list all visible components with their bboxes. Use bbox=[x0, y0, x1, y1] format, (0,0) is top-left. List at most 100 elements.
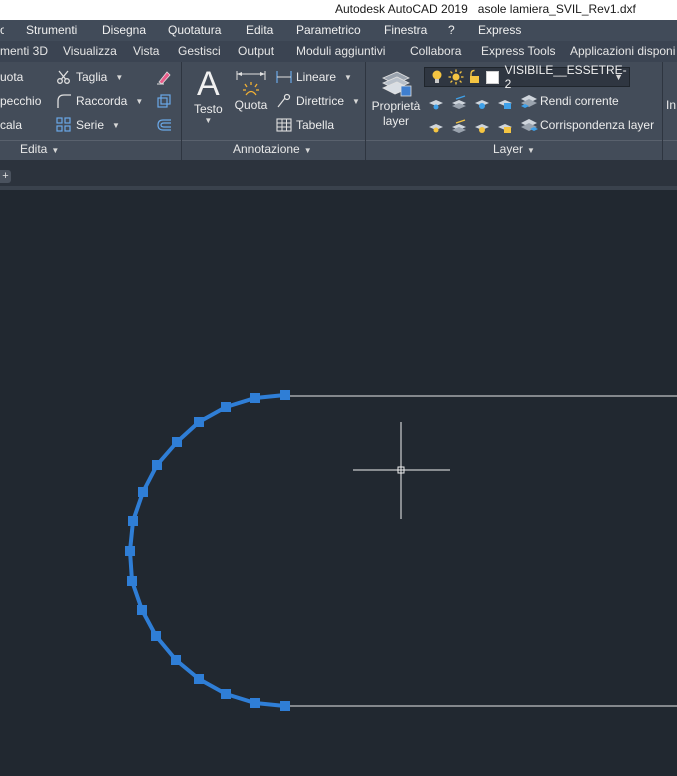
document-tab-strip bbox=[0, 160, 677, 186]
grip[interactable] bbox=[194, 417, 204, 427]
lineare-dropdown-icon[interactable]: ▼ bbox=[344, 73, 352, 82]
layer-lock-icon[interactable] bbox=[497, 94, 513, 110]
drawing-canvas[interactable] bbox=[0, 190, 677, 776]
layer-panel-label[interactable]: Layer ▼ bbox=[493, 142, 535, 156]
layer-freeze-icon[interactable] bbox=[474, 94, 490, 110]
scala-button[interactable]: cala bbox=[0, 118, 22, 132]
grip[interactable] bbox=[125, 546, 135, 556]
new-tab-plus-icon[interactable]: + bbox=[0, 170, 11, 183]
layer-off-icon[interactable] bbox=[428, 94, 444, 110]
layer-tools-row-2 bbox=[428, 118, 513, 134]
menu-item-help[interactable]: ? bbox=[448, 23, 455, 37]
direttrice-button[interactable]: Direttrice ▼ bbox=[276, 93, 360, 109]
layer-on-icon[interactable] bbox=[428, 118, 444, 134]
specchio-button[interactable]: pecchio bbox=[0, 94, 41, 108]
lineare-button[interactable]: Lineare ▼ bbox=[276, 69, 352, 85]
menu-item-strumenti[interactable]: Strumenti bbox=[26, 23, 77, 37]
menu-item-quotatura[interactable]: Quotatura bbox=[168, 23, 221, 37]
raccorda-label: Raccorda bbox=[76, 94, 128, 108]
layer-name: VISIBILE__ESSETRE-2 bbox=[504, 63, 627, 91]
tab-vista[interactable]: Vista bbox=[133, 44, 159, 58]
tab-applicazioni-disponibili[interactable]: Applicazioni disponi bbox=[570, 44, 675, 58]
direttrice-dropdown-icon[interactable]: ▼ bbox=[352, 97, 360, 106]
grip[interactable] bbox=[151, 631, 161, 641]
serie-dropdown-icon[interactable]: ▼ bbox=[112, 121, 120, 130]
grip[interactable] bbox=[171, 655, 181, 665]
leader-icon bbox=[276, 93, 292, 109]
selected-arc[interactable] bbox=[128, 393, 286, 708]
raccorda-dropdown-icon[interactable]: ▼ bbox=[135, 97, 143, 106]
panel-separator bbox=[365, 62, 366, 160]
layer-thaw-icon[interactable] bbox=[474, 118, 490, 134]
grip[interactable] bbox=[152, 460, 162, 470]
tab-gestisci[interactable]: Gestisci bbox=[178, 44, 221, 58]
tab-output[interactable]: Output bbox=[238, 44, 274, 58]
grip[interactable] bbox=[280, 701, 290, 711]
edita-panel-label[interactable]: Edita ▼ bbox=[20, 142, 59, 156]
ribbon-tabs: menti 3D Visualizza Vista Gestisci Outpu… bbox=[0, 41, 677, 63]
raccorda-button[interactable]: Raccorda ▼ bbox=[56, 93, 143, 109]
layer-dropdown-arrow-icon[interactable]: ▼ bbox=[614, 72, 623, 82]
menu-item-express[interactable]: Express bbox=[478, 23, 521, 37]
grip[interactable] bbox=[250, 698, 260, 708]
proprieta-layer-button[interactable]: Proprietà layer bbox=[370, 68, 422, 128]
grip[interactable] bbox=[194, 674, 204, 684]
copia-button[interactable] bbox=[156, 93, 172, 109]
menu-item-finestra[interactable]: Finestra bbox=[384, 23, 427, 37]
layer-label: layer bbox=[382, 114, 409, 128]
tabella-button[interactable]: Tabella bbox=[276, 117, 334, 133]
grip[interactable] bbox=[221, 689, 231, 699]
grip[interactable] bbox=[138, 487, 148, 497]
proprieta-label: Proprietà bbox=[371, 99, 421, 113]
window-title: Autodesk AutoCAD 2019 asole lamiera_SVIL… bbox=[335, 2, 636, 16]
layer-unlock-icon[interactable] bbox=[497, 118, 513, 134]
grip[interactable] bbox=[127, 576, 137, 586]
layer-isolate-icon[interactable] bbox=[451, 94, 467, 110]
grip[interactable] bbox=[221, 402, 231, 412]
grip[interactable] bbox=[128, 516, 138, 526]
taglia-button[interactable]: Taglia ▼ bbox=[56, 69, 123, 85]
testo-dropdown-icon[interactable]: ▼ bbox=[204, 116, 212, 125]
quota-button[interactable]: Quota bbox=[234, 68, 268, 112]
corrispondenza-layer-button[interactable]: Corrispondenza layer bbox=[520, 117, 654, 133]
panel-separator bbox=[181, 62, 182, 160]
direttrice-label: Direttrice bbox=[296, 94, 345, 108]
table-icon bbox=[276, 117, 292, 133]
cancella-button[interactable] bbox=[156, 69, 172, 85]
color-swatch-icon[interactable] bbox=[486, 70, 499, 84]
tab-modellazione-3d[interactable]: menti 3D bbox=[0, 44, 48, 58]
ruota-button[interactable]: uota bbox=[0, 70, 23, 84]
lock-icon[interactable] bbox=[467, 69, 483, 85]
inserisci-button[interactable]: In bbox=[666, 98, 677, 112]
fillet-icon bbox=[56, 93, 72, 109]
layer-dropdown[interactable]: VISIBILE__ESSETRE-2 ▼ bbox=[424, 63, 630, 91]
tab-visualizza[interactable]: Visualizza bbox=[63, 44, 117, 58]
menu-item-disegna[interactable]: Disegna bbox=[102, 23, 146, 37]
grip[interactable] bbox=[280, 390, 290, 400]
grip[interactable] bbox=[250, 393, 260, 403]
serie-button[interactable]: Serie ▼ bbox=[56, 117, 120, 133]
quota-label: Quota bbox=[234, 98, 268, 112]
annotazione-panel-label[interactable]: Annotazione ▼ bbox=[233, 142, 312, 156]
rendi-corrente-button[interactable]: Rendi corrente bbox=[520, 93, 619, 109]
taglia-dropdown-icon[interactable]: ▼ bbox=[115, 73, 123, 82]
menu-item-cut[interactable]: o bbox=[0, 23, 4, 37]
copy-icon bbox=[156, 93, 172, 109]
menu-item-edita[interactable]: Edita bbox=[246, 23, 273, 37]
menu-item-parametrico[interactable]: Parametrico bbox=[296, 23, 361, 37]
drawing-viewport[interactable] bbox=[0, 190, 677, 776]
lightbulb-icon[interactable] bbox=[429, 69, 445, 85]
offset-button[interactable] bbox=[156, 117, 172, 133]
grip[interactable] bbox=[172, 437, 182, 447]
tab-moduli-aggiuntivi[interactable]: Moduli aggiuntivi bbox=[296, 44, 385, 58]
grip[interactable] bbox=[137, 605, 147, 615]
tab-collabora[interactable]: Collabora bbox=[410, 44, 461, 58]
testo-button[interactable]: A Testo ▼ bbox=[194, 66, 223, 125]
layer-unisolate-icon[interactable] bbox=[451, 118, 467, 134]
sun-icon[interactable] bbox=[448, 69, 464, 85]
app-name: Autodesk AutoCAD 2019 bbox=[335, 2, 468, 16]
tab-express-tools[interactable]: Express Tools bbox=[481, 44, 555, 58]
ribbon-panel-strip bbox=[0, 140, 677, 159]
arc-grips[interactable] bbox=[125, 390, 290, 711]
lineare-label: Lineare bbox=[296, 70, 337, 84]
